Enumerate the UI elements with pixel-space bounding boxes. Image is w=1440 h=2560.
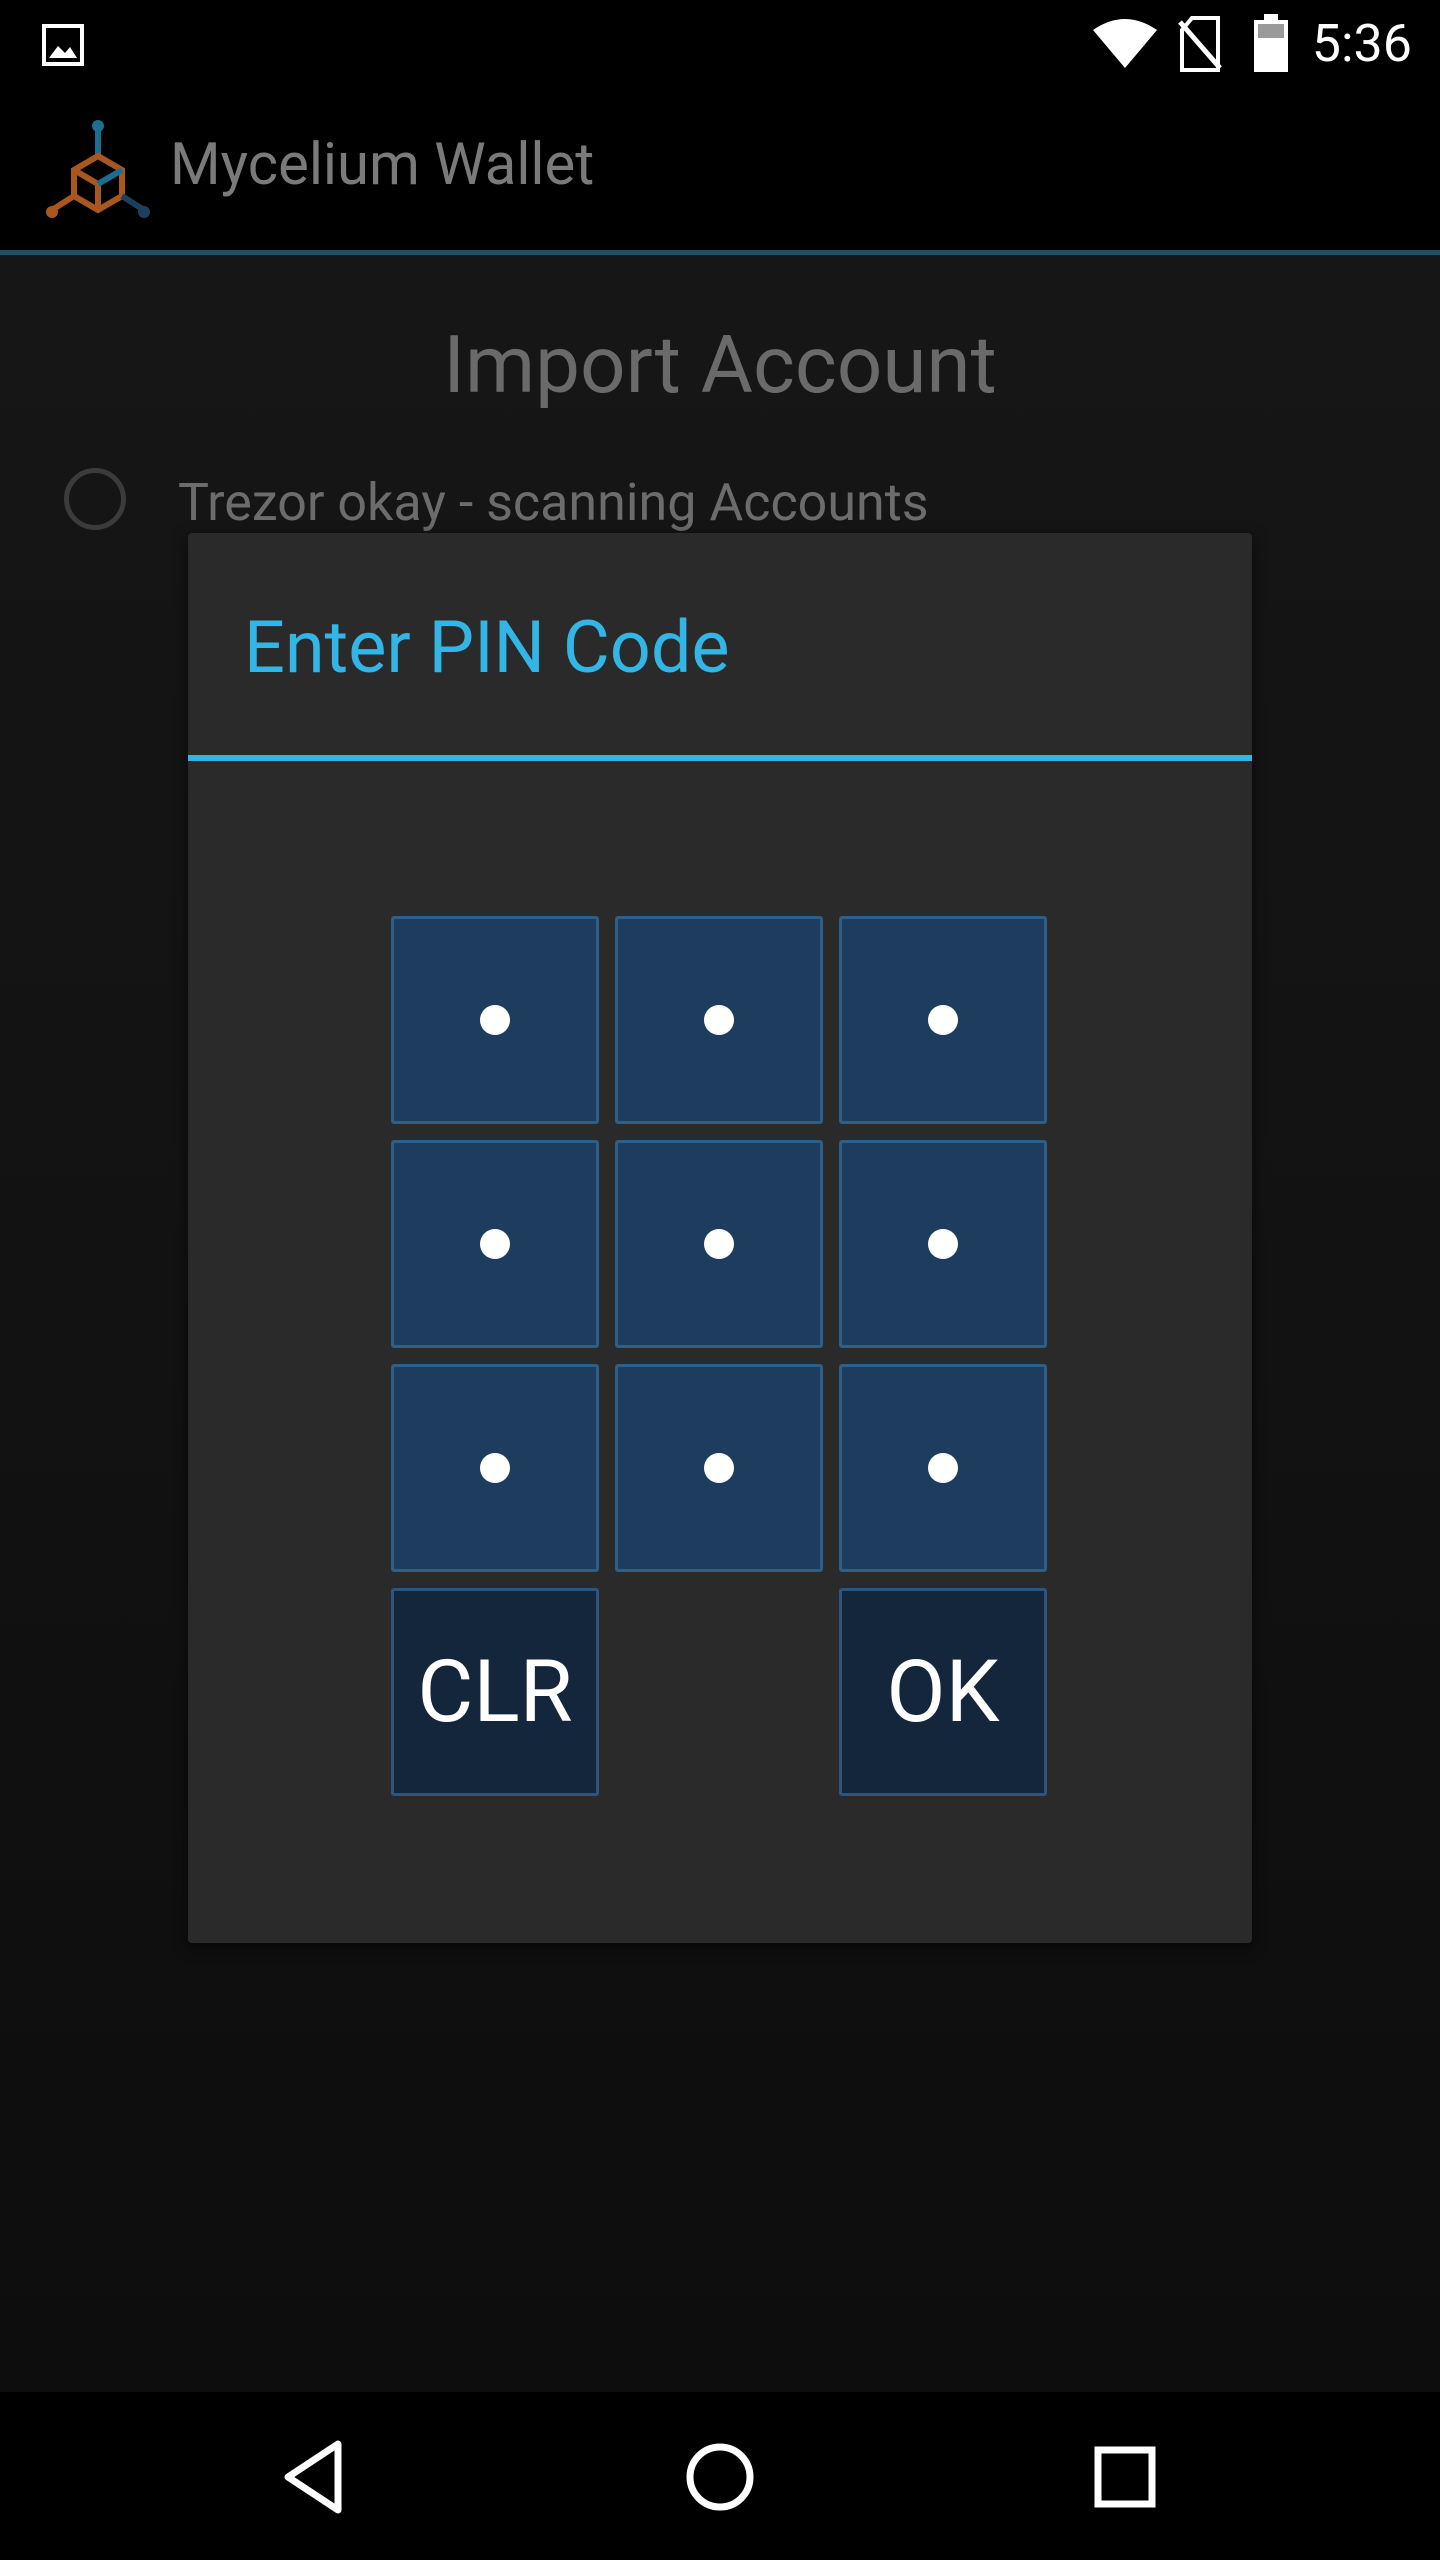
pin-key-dot [704, 1453, 734, 1483]
pin-key-dot [704, 1005, 734, 1035]
pin-key-3[interactable] [839, 916, 1047, 1124]
pin-key-dot [480, 1453, 510, 1483]
dialog-title: Enter PIN Code [244, 605, 730, 690]
pin-key-dot [928, 1229, 958, 1259]
pin-key-5[interactable] [615, 1140, 823, 1348]
pin-key-9[interactable] [839, 1364, 1047, 1572]
pin-key-7[interactable] [391, 1364, 599, 1572]
page-title: Import Account [443, 318, 997, 412]
battery-icon [1254, 14, 1288, 72]
no-sim-icon [1178, 16, 1222, 72]
pin-key-dot [704, 1229, 734, 1259]
pin-key-1[interactable] [391, 916, 599, 1124]
image-notification-icon [42, 24, 84, 66]
pin-key-dot [928, 1453, 958, 1483]
scan-status-text: Trezor okay - scanning Accounts [178, 472, 929, 533]
pin-dialog: Enter PIN Code CLR OK [188, 533, 1252, 1943]
pin-key-2[interactable] [615, 916, 823, 1124]
ok-button-label: OK [886, 1641, 1000, 1742]
mycelium-logo-icon [46, 120, 150, 218]
recents-icon[interactable] [1080, 2432, 1170, 2522]
pin-key-dot [480, 1229, 510, 1259]
status-bar: 5:36 [0, 0, 1440, 88]
pin-key-dot [480, 1005, 510, 1035]
pin-key-4[interactable] [391, 1140, 599, 1348]
navigation-bar [0, 2392, 1440, 2560]
pin-key-dot [928, 1005, 958, 1035]
wifi-icon [1093, 19, 1157, 68]
status-time: 5:36 [1311, 13, 1412, 74]
ok-button[interactable]: OK [839, 1588, 1047, 1796]
progress-indicator [64, 468, 126, 530]
clear-button-label: CLR [417, 1641, 573, 1742]
dialog-divider [188, 755, 1252, 761]
clear-button[interactable]: CLR [391, 1588, 599, 1796]
screen: 5:36 Mycelium Wallet Import Account Trez… [0, 0, 1440, 2560]
pin-key-6[interactable] [839, 1140, 1047, 1348]
home-icon[interactable] [675, 2432, 765, 2522]
app-title: Mycelium Wallet [170, 131, 595, 199]
back-icon[interactable] [270, 2432, 360, 2522]
pin-key-8[interactable] [615, 1364, 823, 1572]
